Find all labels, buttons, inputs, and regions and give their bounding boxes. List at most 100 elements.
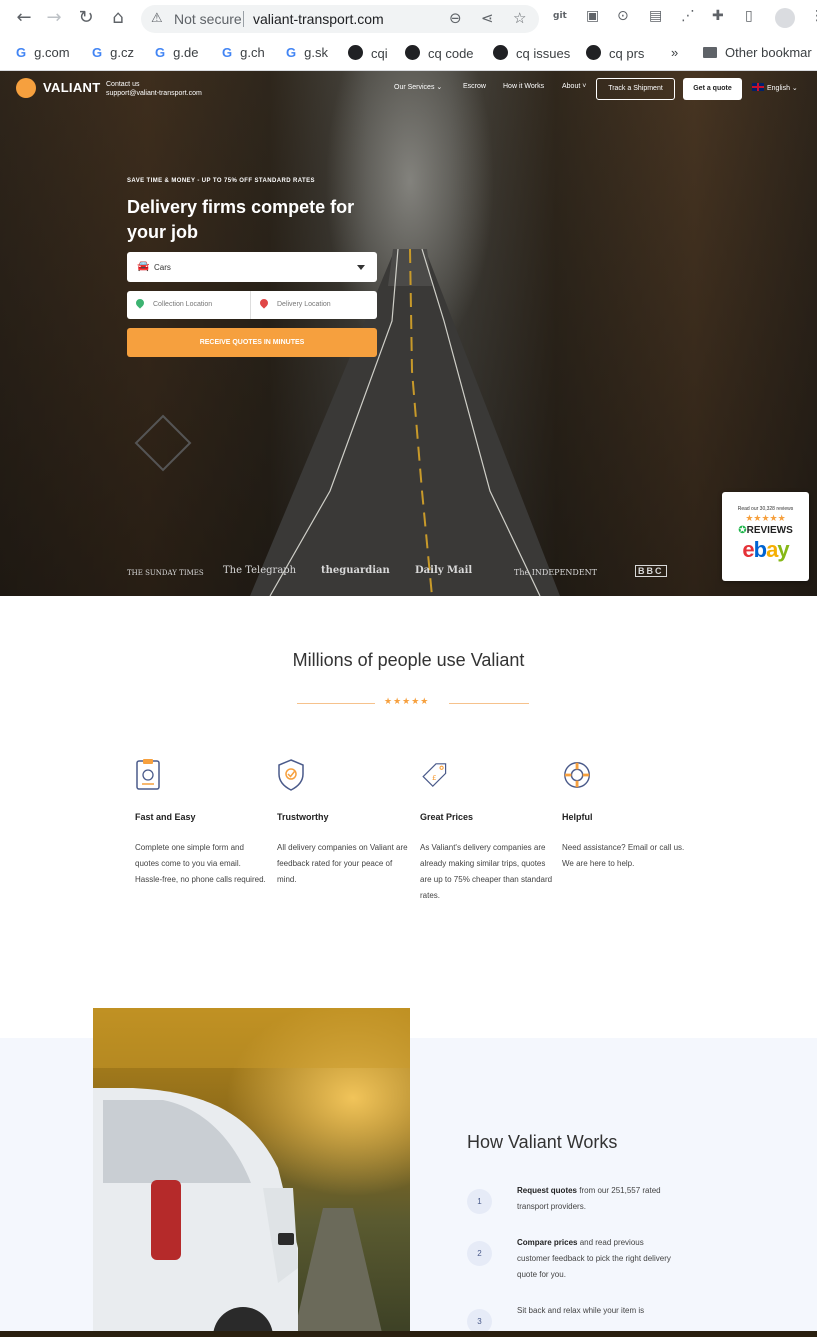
track-shipment-button[interactable]: Track a Shipment <box>596 78 675 100</box>
valiant-logo-icon[interactable] <box>16 78 36 98</box>
reviews-count: Read our 30,328 reviews <box>737 506 794 512</box>
press-logo-telegraph: The Telegraph <box>223 565 297 576</box>
security-label: Not secure <box>174 11 242 27</box>
nav-how-it-works[interactable]: How it Works <box>503 83 544 90</box>
github-icon <box>586 45 601 60</box>
press-logo-sunday-times: THE SUNDAY TIMES <box>127 569 204 577</box>
step-text: Request quotes from our 251,557 rated tr… <box>517 1186 661 1211</box>
car-icon: 🚘 <box>137 261 150 272</box>
back-icon[interactable]: ← <box>12 6 36 30</box>
how-it-works-heading: How Valiant Works <box>467 1132 618 1152</box>
reviews-widget[interactable]: Read our 30,328 reviews ★★★★★ ✪REVIEWS e… <box>722 492 809 581</box>
sheet-extension-icon[interactable]: ▤ <box>649 8 662 24</box>
feature-title: Great Prices <box>420 812 474 822</box>
feature-fast-easy: Fast and Easy Complete one simple form a… <box>135 758 270 884</box>
google-icon: G <box>222 45 233 60</box>
receive-quotes-button[interactable]: RECEIVE QUOTES IN MINUTES <box>127 328 377 357</box>
bookmark-item[interactable]: Gg.sk <box>286 45 328 60</box>
url-text[interactable]: valiant-transport.com <box>253 11 384 27</box>
home-icon[interactable]: ⌂ <box>106 6 130 30</box>
vehicle-select[interactable]: 🚘 Cars <box>127 252 377 282</box>
feature-text: As Valiant's delivery companies are alre… <box>420 843 553 900</box>
browser-toolbar: ← → ↻ ⌂ ⚠ Not secure valiant-transport.c… <box>0 0 817 38</box>
ebay-logo: ebay <box>742 537 789 562</box>
bookmark-item[interactable]: cq issues <box>493 45 570 61</box>
browser-chrome: ← → ↻ ⌂ ⚠ Not secure valiant-transport.c… <box>0 0 817 71</box>
get-quote-button[interactable]: Get a quote <box>683 78 742 100</box>
google-icon: G <box>16 45 27 60</box>
extension-icon[interactable]: ▣ <box>586 8 599 24</box>
nav-our-services[interactable]: Our Services ⌄ <box>394 83 442 91</box>
reload-icon[interactable]: ↻ <box>74 6 98 30</box>
other-bookmarks[interactable]: Other bookmar <box>703 45 812 60</box>
contact-info: Contact us support@valiant-transport.com <box>106 80 202 98</box>
divider-stars: ★★★★★ <box>384 697 430 707</box>
brand-name[interactable]: VALIANT <box>43 80 100 95</box>
profile-avatar[interactable] <box>775 8 795 28</box>
menu-icon[interactable]: ⋮ <box>810 8 817 24</box>
collection-location-input[interactable]: Collection Location <box>127 291 251 319</box>
map-pin-icon <box>134 297 146 309</box>
bookmark-item[interactable]: cqi <box>348 45 388 61</box>
bookmark-item[interactable]: Gg.cz <box>92 45 134 60</box>
code-extension-icon[interactable]: ⊙ <box>617 8 629 24</box>
zoom-icon[interactable]: ⊖ <box>449 9 462 27</box>
vehicle-select-value: Cars <box>154 263 171 272</box>
delivery-location-input[interactable]: Delivery Location <box>251 291 377 319</box>
bookmark-star-icon[interactable]: ☆ <box>513 9 526 27</box>
chevron-down-icon: ⌄ <box>436 84 443 91</box>
press-logo-guardian: theguardian <box>321 565 390 576</box>
bookmarks-bar: Gg.com Gg.cz Gg.de Gg.ch Gg.sk cqi cq co… <box>0 38 817 71</box>
review-stars: ★★★★★ <box>745 514 786 524</box>
bookmark-item[interactable]: cq code <box>405 45 474 61</box>
bookmarks-overflow[interactable]: » <box>671 45 678 60</box>
google-icon: G <box>286 45 297 60</box>
nav-escrow[interactable]: Escrow <box>463 83 486 90</box>
step-number: 1 <box>467 1189 492 1214</box>
contact-email[interactable]: support@valiant-transport.com <box>106 89 202 98</box>
uk-flag-icon <box>752 83 764 91</box>
forward-icon[interactable]: → <box>42 6 66 30</box>
share-icon[interactable]: ⋖ <box>481 9 494 27</box>
warning-icon: ⚠ <box>151 11 163 26</box>
omnibox-separator <box>243 11 244 27</box>
google-icon: G <box>92 45 103 60</box>
feature-text: All delivery companies on Valiant are fe… <box>277 843 408 884</box>
hero-eyebrow: SAVE TIME & MONEY - UP TO 75% OFF STANDA… <box>127 178 315 184</box>
feature-title: Trustworthy <box>277 812 329 822</box>
address-bar[interactable]: ⚠ Not secure valiant-transport.com ⊖ ⋖ ☆ <box>141 5 539 33</box>
feature-text: Need assistance? Email or call us. We ar… <box>562 843 685 868</box>
nav-about[interactable]: About ˅ <box>562 83 586 90</box>
folder-icon <box>703 47 717 58</box>
reviews-label: ✪REVIEWS <box>738 525 793 536</box>
bookmark-item[interactable]: Gg.com <box>16 45 70 60</box>
check-icon: ✪ <box>738 525 747 536</box>
page-bottom-edge <box>0 1331 817 1337</box>
hero-title: Delivery firms compete for your job <box>127 197 355 242</box>
language-selector[interactable]: English ⌄ <box>752 83 798 92</box>
bookmark-item[interactable]: Gg.ch <box>222 45 265 60</box>
dropdown-caret-icon <box>357 265 365 270</box>
site-header: VALIANT Contact us support@valiant-trans… <box>0 71 817 107</box>
divider-line <box>449 703 529 704</box>
chevron-down-icon: ⌄ <box>791 85 798 92</box>
puzzle-icon[interactable]: ✚ <box>712 8 724 24</box>
price-tag-icon: £ <box>422 763 447 788</box>
feature-helpful: Helpful Need assistance? Email or call u… <box>562 758 697 868</box>
divider-line <box>297 703 375 704</box>
bookmark-item[interactable]: Gg.de <box>155 45 198 60</box>
caret-icon: ˅ <box>582 83 587 90</box>
github-icon <box>348 45 363 60</box>
feature-title: Fast and Easy <box>135 812 196 822</box>
feature-title: Helpful <box>562 812 593 822</box>
shield-icon <box>278 759 304 791</box>
feature-great-prices: £ Great Prices As Valiant's delivery com… <box>420 758 555 900</box>
social-proof-heading: Millions of people use Valiant <box>292 650 525 670</box>
side-panel-icon[interactable]: ▯ <box>745 8 753 24</box>
github-icon <box>493 45 508 60</box>
contact-label: Contact us <box>106 81 140 88</box>
connector-extension-icon[interactable]: ⋰ <box>681 8 695 24</box>
bookmark-item[interactable]: cq prs <box>586 45 644 61</box>
press-logo-daily-mail: Daily Mail <box>415 565 473 576</box>
git-extension-icon[interactable]: git <box>553 11 567 21</box>
